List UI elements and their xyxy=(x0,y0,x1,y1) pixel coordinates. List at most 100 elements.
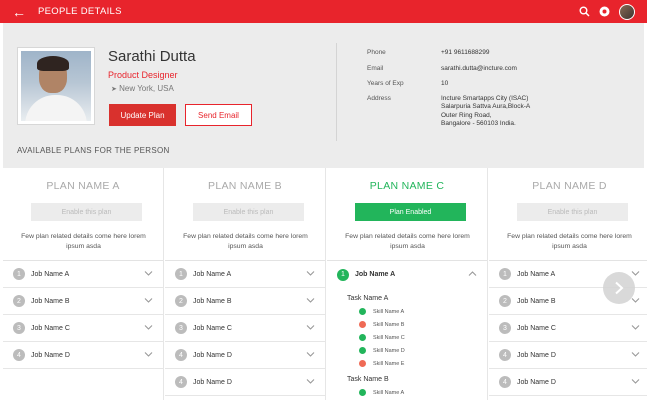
address-value: Incture Smartapps City (ISAC) Salarpuria… xyxy=(441,95,531,128)
experience-label: Years of Exp xyxy=(367,80,404,87)
plan-card-c: PLAN NAME C Plan Enabled Few plan relate… xyxy=(327,168,488,400)
person-location: ➤ New York, USA xyxy=(111,84,174,93)
job-number: 4 xyxy=(13,349,25,361)
job-row[interactable]: 4 Job Name D xyxy=(489,342,647,369)
plans-grid: PLAN NAME A Enable this plan Few plan re… xyxy=(3,168,647,400)
experience-value: 10 xyxy=(441,80,449,87)
job-row[interactable]: 4 Job Name D xyxy=(3,342,163,369)
job-label: Job Name C xyxy=(31,324,70,332)
enable-plan-button[interactable]: Enable this plan xyxy=(193,203,304,221)
job-row[interactable]: 3 Job Name C xyxy=(165,315,325,342)
job-row[interactable]: 1 Job Name A xyxy=(3,261,163,288)
send-email-button[interactable]: Send Email xyxy=(185,104,252,126)
search-icon[interactable] xyxy=(579,6,590,17)
job-label: Job Name C xyxy=(193,324,232,332)
available-plans-heading: AVAILABLE PLANS FOR THE PERSON xyxy=(17,146,170,155)
job-number: 3 xyxy=(13,322,25,334)
chevron-down-icon xyxy=(631,325,640,330)
notification-icon[interactable] xyxy=(599,6,610,17)
chevron-up-icon xyxy=(468,271,477,276)
chevron-down-icon xyxy=(144,271,153,276)
job-row[interactable]: 2 Job Name B xyxy=(165,288,325,315)
job-number: 2 xyxy=(13,295,25,307)
plan-title: PLAN NAME D xyxy=(532,180,607,192)
plan-card-b: PLAN NAME B Enable this plan Few plan re… xyxy=(165,168,326,400)
update-plan-button[interactable]: Update Plan xyxy=(109,104,176,126)
job-row-expanded[interactable]: 1 Job Name A xyxy=(327,261,487,288)
location-arrow-icon: ➤ xyxy=(111,86,117,93)
enable-plan-button[interactable]: Enable this plan xyxy=(517,203,628,221)
job-number: 4 xyxy=(499,376,511,388)
chevron-down-icon xyxy=(306,352,315,357)
job-label: Job Name A xyxy=(355,271,396,278)
job-label: Job Name B xyxy=(193,297,232,305)
plan-description: Few plan related details come here lorem… xyxy=(345,233,470,250)
job-row[interactable]: 3 Job Name C xyxy=(489,315,647,342)
job-row[interactable]: 2 Job Name B xyxy=(3,288,163,315)
job-row[interactable]: 3 Job Name C xyxy=(3,315,163,342)
chevron-down-icon xyxy=(631,352,640,357)
skill-item: Skill Name B xyxy=(359,321,404,328)
plan-card-a: PLAN NAME A Enable this plan Few plan re… xyxy=(3,168,164,400)
job-number: 2 xyxy=(499,295,511,307)
chevron-down-icon xyxy=(306,271,315,276)
plan-description: Few plan related details come here lorem… xyxy=(507,233,632,250)
job-row[interactable]: 1 Job Name A xyxy=(165,261,325,288)
arrow-left-icon: ← xyxy=(12,3,26,20)
skill-item: Skill Name D xyxy=(359,347,405,354)
job-label: Job Name D xyxy=(517,378,556,386)
job-label: Job Name D xyxy=(517,351,556,359)
job-label: Job Name C xyxy=(517,324,556,332)
skill-status-dot xyxy=(359,334,366,341)
details-divider xyxy=(336,43,337,141)
skill-item: Skill Name E xyxy=(359,360,404,367)
back-button[interactable]: ← xyxy=(0,0,38,23)
plan-enabled-button[interactable]: Plan Enabled xyxy=(355,203,466,221)
plan-title: PLAN NAME B xyxy=(208,180,282,192)
skill-status-dot xyxy=(359,360,366,367)
phone-value: +91 9611688299 xyxy=(441,49,490,56)
job-number: 3 xyxy=(175,322,187,334)
job-number: 4 xyxy=(175,349,187,361)
job-label: Job Name D xyxy=(31,351,70,359)
plan-description: Few plan related details come here lorem… xyxy=(21,233,146,250)
skill-status-dot xyxy=(359,321,366,328)
chevron-down-icon xyxy=(306,379,315,384)
page-title: PEOPLE DETAILS xyxy=(38,6,122,17)
next-plans-button[interactable] xyxy=(603,272,635,304)
job-row[interactable]: 4 Job Name D xyxy=(489,369,647,396)
profile-photo xyxy=(17,47,95,125)
plan-title: PLAN NAME C xyxy=(369,180,445,192)
job-number: 2 xyxy=(175,295,187,307)
job-label: Job Name D xyxy=(193,351,232,359)
job-number: 1 xyxy=(337,268,349,281)
job-row[interactable]: 4 Job Name D xyxy=(165,342,325,369)
job-label: Job Name A xyxy=(193,270,232,278)
skill-status-dot xyxy=(359,308,366,315)
job-row[interactable]: 4 Job Name D xyxy=(165,369,325,396)
skill-status-dot xyxy=(359,347,366,354)
job-number: 1 xyxy=(499,268,511,280)
job-label: Job Name A xyxy=(517,270,556,278)
task-title: Task Name A xyxy=(347,295,389,302)
enable-plan-button[interactable]: Enable this plan xyxy=(31,203,142,221)
chevron-down-icon xyxy=(306,298,315,303)
job-number: 1 xyxy=(175,268,187,280)
email-value: sarathi.dutta@incture.com xyxy=(441,65,517,72)
address-label: Address xyxy=(367,95,391,102)
skill-item: Skill Name A xyxy=(359,389,404,396)
skill-status-dot xyxy=(359,389,366,396)
chevron-down-icon xyxy=(631,271,640,276)
job-label: Job Name A xyxy=(31,270,70,278)
profile-header: Sarathi Dutta Product Designer ➤ New Yor… xyxy=(3,23,644,168)
chevron-down-icon xyxy=(631,379,640,384)
phone-label: Phone xyxy=(367,49,386,56)
person-role: Product Designer xyxy=(108,70,178,80)
chevron-down-icon xyxy=(144,325,153,330)
user-avatar[interactable] xyxy=(619,3,635,20)
chevron-down-icon xyxy=(306,325,315,330)
chevron-down-icon xyxy=(144,298,153,303)
job-number: 4 xyxy=(175,376,187,388)
job-label: Job Name D xyxy=(193,378,232,386)
chevron-down-icon xyxy=(144,352,153,357)
